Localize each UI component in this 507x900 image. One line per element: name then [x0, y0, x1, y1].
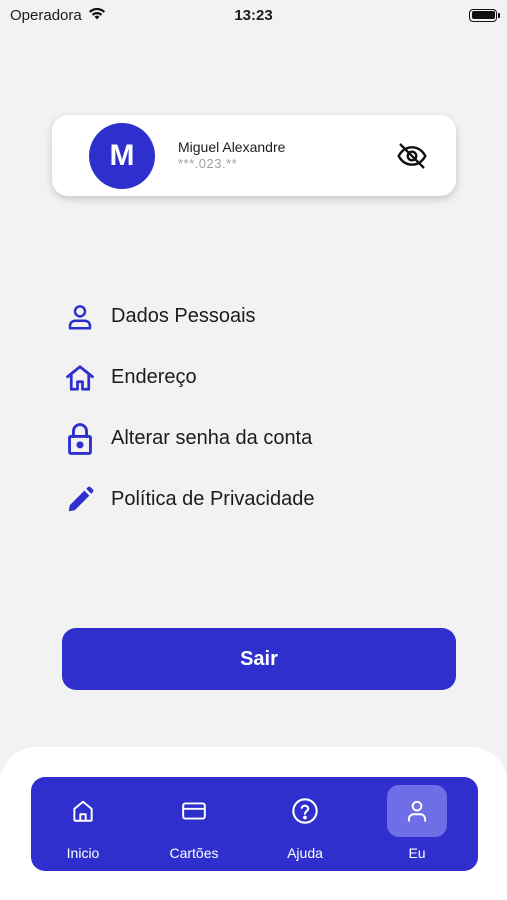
tab-icon-wrap — [53, 785, 113, 837]
avatar: M — [89, 123, 155, 189]
status-left: Operadora — [10, 6, 106, 24]
tab-label: Inicio — [66, 845, 100, 861]
tab-label: Cartões — [169, 845, 219, 861]
battery-icon — [469, 8, 500, 22]
profile-info: Miguel Alexandre ***.023.** — [178, 139, 285, 171]
menu-item-label: Política de Privacidade — [111, 488, 315, 510]
tab-eu[interactable]: Eu — [386, 785, 448, 865]
carrier-name: Operadora — [10, 6, 82, 24]
person-icon — [64, 299, 96, 335]
logout-button[interactable]: Sair — [62, 628, 456, 690]
profile-name: Miguel Alexandre — [178, 139, 286, 155]
menu-item-alterar-senha[interactable]: Alterar senha da conta — [64, 408, 314, 469]
tab-label: Eu — [408, 845, 426, 861]
menu-item-endereco[interactable]: Endereço — [64, 347, 314, 408]
tab-ajuda[interactable]: Ajuda — [274, 785, 336, 865]
home-icon — [64, 360, 96, 396]
tab-label: Ajuda — [287, 845, 323, 861]
toggle-visibility-button[interactable] — [395, 139, 429, 173]
status-bar: Operadora 13:23 — [0, 0, 507, 30]
tab-icon-wrap — [275, 785, 335, 837]
tab-bar: Inicio Cartões Ajuda Eu — [31, 777, 478, 871]
menu-item-label: Dados Pessoais — [111, 305, 256, 327]
lock-icon — [64, 421, 96, 457]
home-icon — [73, 800, 93, 822]
tab-icon-wrap — [387, 785, 447, 837]
eye-off-icon — [397, 143, 427, 169]
battery-level — [471, 11, 495, 19]
menu-item-politica-privacidade[interactable]: Política de Privacidade — [64, 469, 314, 530]
tab-cartoes[interactable]: Cartões — [163, 785, 225, 865]
person-icon — [407, 800, 427, 822]
masked-document: ***.023.** — [178, 156, 238, 171]
tab-icon-wrap — [164, 785, 224, 837]
wifi-icon — [88, 6, 106, 24]
help-icon — [292, 798, 318, 824]
menu-item-dados-pessoais[interactable]: Dados Pessoais — [64, 286, 314, 347]
tab-inicio[interactable]: Inicio — [52, 785, 114, 865]
profile-card: M Miguel Alexandre ***.023.** — [52, 115, 456, 196]
menu-item-label: Endereço — [111, 366, 197, 388]
pencil-icon — [64, 482, 96, 518]
menu-item-label: Alterar senha da conta — [111, 427, 313, 449]
account-menu: Dados Pessoais Endereço Alterar senha da… — [64, 286, 314, 530]
card-icon — [182, 802, 206, 820]
